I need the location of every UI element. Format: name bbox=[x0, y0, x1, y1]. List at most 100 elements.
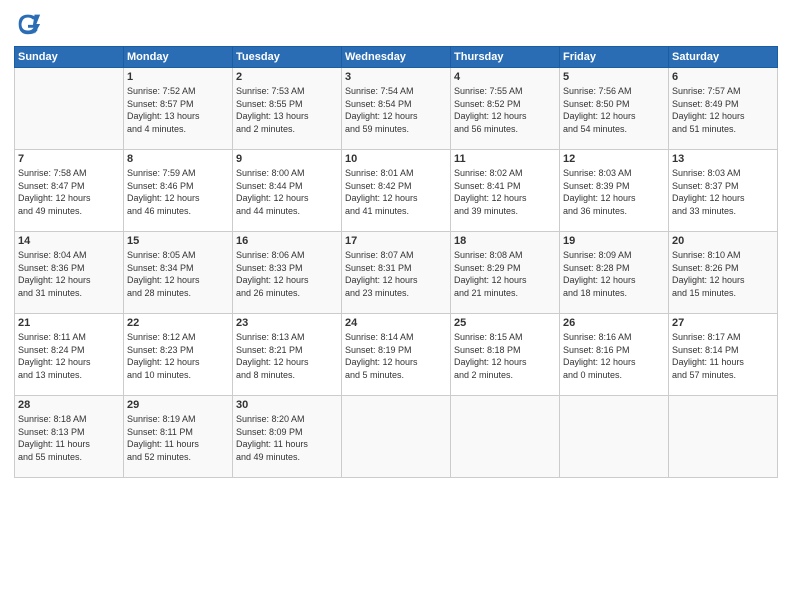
day-number: 3 bbox=[345, 71, 447, 83]
weekday-header: Sunday bbox=[15, 47, 124, 68]
calendar-cell: 1 Sunrise: 7:52 AM Sunset: 8:57 PM Daylig… bbox=[124, 68, 233, 150]
day-number: 25 bbox=[454, 317, 556, 329]
day-info: Sunrise: 8:11 AM Sunset: 8:24 PM Dayligh… bbox=[18, 331, 120, 381]
calendar-cell: 11 Sunrise: 8:02 AM Sunset: 8:41 PM Dayli… bbox=[451, 150, 560, 232]
calendar-cell: 15 Sunrise: 8:05 AM Sunset: 8:34 PM Dayli… bbox=[124, 232, 233, 314]
day-info: Sunrise: 7:57 AM Sunset: 8:49 PM Dayligh… bbox=[672, 85, 774, 135]
day-info: Sunrise: 8:15 AM Sunset: 8:18 PM Dayligh… bbox=[454, 331, 556, 381]
day-info: Sunrise: 8:20 AM Sunset: 8:09 PM Dayligh… bbox=[236, 413, 338, 463]
day-info: Sunrise: 8:01 AM Sunset: 8:42 PM Dayligh… bbox=[345, 167, 447, 217]
day-info: Sunrise: 8:14 AM Sunset: 8:19 PM Dayligh… bbox=[345, 331, 447, 381]
weekday-header: Monday bbox=[124, 47, 233, 68]
day-info: Sunrise: 8:05 AM Sunset: 8:34 PM Dayligh… bbox=[127, 249, 229, 299]
calendar-cell: 4 Sunrise: 7:55 AM Sunset: 8:52 PM Daylig… bbox=[451, 68, 560, 150]
calendar-week-row: 21 Sunrise: 8:11 AM Sunset: 8:24 PM Dayli… bbox=[15, 314, 778, 396]
calendar-cell: 25 Sunrise: 8:15 AM Sunset: 8:18 PM Dayli… bbox=[451, 314, 560, 396]
calendar-cell: 27 Sunrise: 8:17 AM Sunset: 8:14 PM Dayli… bbox=[669, 314, 778, 396]
calendar-cell: 23 Sunrise: 8:13 AM Sunset: 8:21 PM Dayli… bbox=[233, 314, 342, 396]
day-info: Sunrise: 7:54 AM Sunset: 8:54 PM Dayligh… bbox=[345, 85, 447, 135]
header bbox=[14, 10, 778, 38]
weekday-header: Saturday bbox=[669, 47, 778, 68]
day-number: 11 bbox=[454, 153, 556, 165]
weekday-header-row: SundayMondayTuesdayWednesdayThursdayFrid… bbox=[15, 47, 778, 68]
day-number: 24 bbox=[345, 317, 447, 329]
day-number: 20 bbox=[672, 235, 774, 247]
day-info: Sunrise: 8:19 AM Sunset: 8:11 PM Dayligh… bbox=[127, 413, 229, 463]
calendar-cell: 10Sunrise: 8:01 AM Sunset: 8:42 PM Dayli… bbox=[342, 150, 451, 232]
day-info: Sunrise: 8:13 AM Sunset: 8:21 PM Dayligh… bbox=[236, 331, 338, 381]
calendar-cell: 2 Sunrise: 7:53 AM Sunset: 8:55 PM Daylig… bbox=[233, 68, 342, 150]
day-info: Sunrise: 8:08 AM Sunset: 8:29 PM Dayligh… bbox=[454, 249, 556, 299]
calendar-cell bbox=[560, 396, 669, 478]
calendar-cell: 20 Sunrise: 8:10 AM Sunset: 8:26 PM Dayli… bbox=[669, 232, 778, 314]
day-number: 9 bbox=[236, 153, 338, 165]
day-info: Sunrise: 7:59 AM Sunset: 8:46 PM Dayligh… bbox=[127, 167, 229, 217]
day-info: Sunrise: 8:00 AM Sunset: 8:44 PM Dayligh… bbox=[236, 167, 338, 217]
calendar-cell: 17 Sunrise: 8:07 AM Sunset: 8:31 PM Dayli… bbox=[342, 232, 451, 314]
day-info: Sunrise: 8:16 AM Sunset: 8:16 PM Dayligh… bbox=[563, 331, 665, 381]
day-info: Sunrise: 8:04 AM Sunset: 8:36 PM Dayligh… bbox=[18, 249, 120, 299]
day-info: Sunrise: 8:09 AM Sunset: 8:28 PM Dayligh… bbox=[563, 249, 665, 299]
day-number: 19 bbox=[563, 235, 665, 247]
day-info: Sunrise: 8:12 AM Sunset: 8:23 PM Dayligh… bbox=[127, 331, 229, 381]
weekday-header: Friday bbox=[560, 47, 669, 68]
logo bbox=[14, 10, 46, 38]
day-number: 16 bbox=[236, 235, 338, 247]
logo-icon bbox=[14, 10, 42, 38]
day-number: 29 bbox=[127, 399, 229, 411]
day-info: Sunrise: 8:18 AM Sunset: 8:13 PM Dayligh… bbox=[18, 413, 120, 463]
day-number: 5 bbox=[563, 71, 665, 83]
calendar-cell: 9 Sunrise: 8:00 AM Sunset: 8:44 PM Daylig… bbox=[233, 150, 342, 232]
page-container: SundayMondayTuesdayWednesdayThursdayFrid… bbox=[0, 0, 792, 612]
weekday-header: Tuesday bbox=[233, 47, 342, 68]
day-info: Sunrise: 8:02 AM Sunset: 8:41 PM Dayligh… bbox=[454, 167, 556, 217]
day-info: Sunrise: 8:06 AM Sunset: 8:33 PM Dayligh… bbox=[236, 249, 338, 299]
calendar-cell: 6 Sunrise: 7:57 AM Sunset: 8:49 PM Daylig… bbox=[669, 68, 778, 150]
day-info: Sunrise: 7:53 AM Sunset: 8:55 PM Dayligh… bbox=[236, 85, 338, 135]
day-info: Sunrise: 7:52 AM Sunset: 8:57 PM Dayligh… bbox=[127, 85, 229, 135]
calendar-cell: 24 Sunrise: 8:14 AM Sunset: 8:19 PM Dayli… bbox=[342, 314, 451, 396]
calendar-cell: 8Sunrise: 7:59 AM Sunset: 8:46 PM Daylig… bbox=[124, 150, 233, 232]
day-info: Sunrise: 8:03 AM Sunset: 8:37 PM Dayligh… bbox=[672, 167, 774, 217]
day-info: Sunrise: 7:55 AM Sunset: 8:52 PM Dayligh… bbox=[454, 85, 556, 135]
weekday-header: Wednesday bbox=[342, 47, 451, 68]
calendar-cell: 12 Sunrise: 8:03 AM Sunset: 8:39 PM Dayli… bbox=[560, 150, 669, 232]
day-number: 15 bbox=[127, 235, 229, 247]
day-number: 4 bbox=[454, 71, 556, 83]
day-info: Sunrise: 8:07 AM Sunset: 8:31 PM Dayligh… bbox=[345, 249, 447, 299]
calendar-cell bbox=[451, 396, 560, 478]
calendar-cell: 29 Sunrise: 8:19 AM Sunset: 8:11 PM Dayli… bbox=[124, 396, 233, 478]
day-info: Sunrise: 8:10 AM Sunset: 8:26 PM Dayligh… bbox=[672, 249, 774, 299]
calendar-cell bbox=[342, 396, 451, 478]
day-info: Sunrise: 7:58 AM Sunset: 8:47 PM Dayligh… bbox=[18, 167, 120, 217]
day-number: 6 bbox=[672, 71, 774, 83]
day-number: 1 bbox=[127, 71, 229, 83]
day-number: 7 bbox=[18, 153, 120, 165]
calendar-cell: 30Sunrise: 8:20 AM Sunset: 8:09 PM Dayli… bbox=[233, 396, 342, 478]
day-info: Sunrise: 8:17 AM Sunset: 8:14 PM Dayligh… bbox=[672, 331, 774, 381]
calendar-cell: 16 Sunrise: 8:06 AM Sunset: 8:33 PM Dayli… bbox=[233, 232, 342, 314]
day-number: 13 bbox=[672, 153, 774, 165]
calendar-cell: 28 Sunrise: 8:18 AM Sunset: 8:13 PM Dayli… bbox=[15, 396, 124, 478]
day-number: 12 bbox=[563, 153, 665, 165]
calendar-cell: 3 Sunrise: 7:54 AM Sunset: 8:54 PM Daylig… bbox=[342, 68, 451, 150]
calendar-cell bbox=[15, 68, 124, 150]
weekday-header: Thursday bbox=[451, 47, 560, 68]
calendar-cell: 26 Sunrise: 8:16 AM Sunset: 8:16 PM Dayli… bbox=[560, 314, 669, 396]
calendar-cell bbox=[669, 396, 778, 478]
day-number: 23 bbox=[236, 317, 338, 329]
calendar-table: SundayMondayTuesdayWednesdayThursdayFrid… bbox=[14, 46, 778, 478]
day-number: 18 bbox=[454, 235, 556, 247]
calendar-cell: 14Sunrise: 8:04 AM Sunset: 8:36 PM Dayli… bbox=[15, 232, 124, 314]
day-number: 26 bbox=[563, 317, 665, 329]
calendar-cell: 18 Sunrise: 8:08 AM Sunset: 8:29 PM Dayli… bbox=[451, 232, 560, 314]
calendar-cell: 7 Sunrise: 7:58 AM Sunset: 8:47 PM Daylig… bbox=[15, 150, 124, 232]
day-number: 17 bbox=[345, 235, 447, 247]
day-number: 27 bbox=[672, 317, 774, 329]
calendar-week-row: 1 Sunrise: 7:52 AM Sunset: 8:57 PM Daylig… bbox=[15, 68, 778, 150]
day-info: Sunrise: 8:03 AM Sunset: 8:39 PM Dayligh… bbox=[563, 167, 665, 217]
calendar-week-row: 14Sunrise: 8:04 AM Sunset: 8:36 PM Dayli… bbox=[15, 232, 778, 314]
day-number: 28 bbox=[18, 399, 120, 411]
day-number: 2 bbox=[236, 71, 338, 83]
day-number: 21 bbox=[18, 317, 120, 329]
